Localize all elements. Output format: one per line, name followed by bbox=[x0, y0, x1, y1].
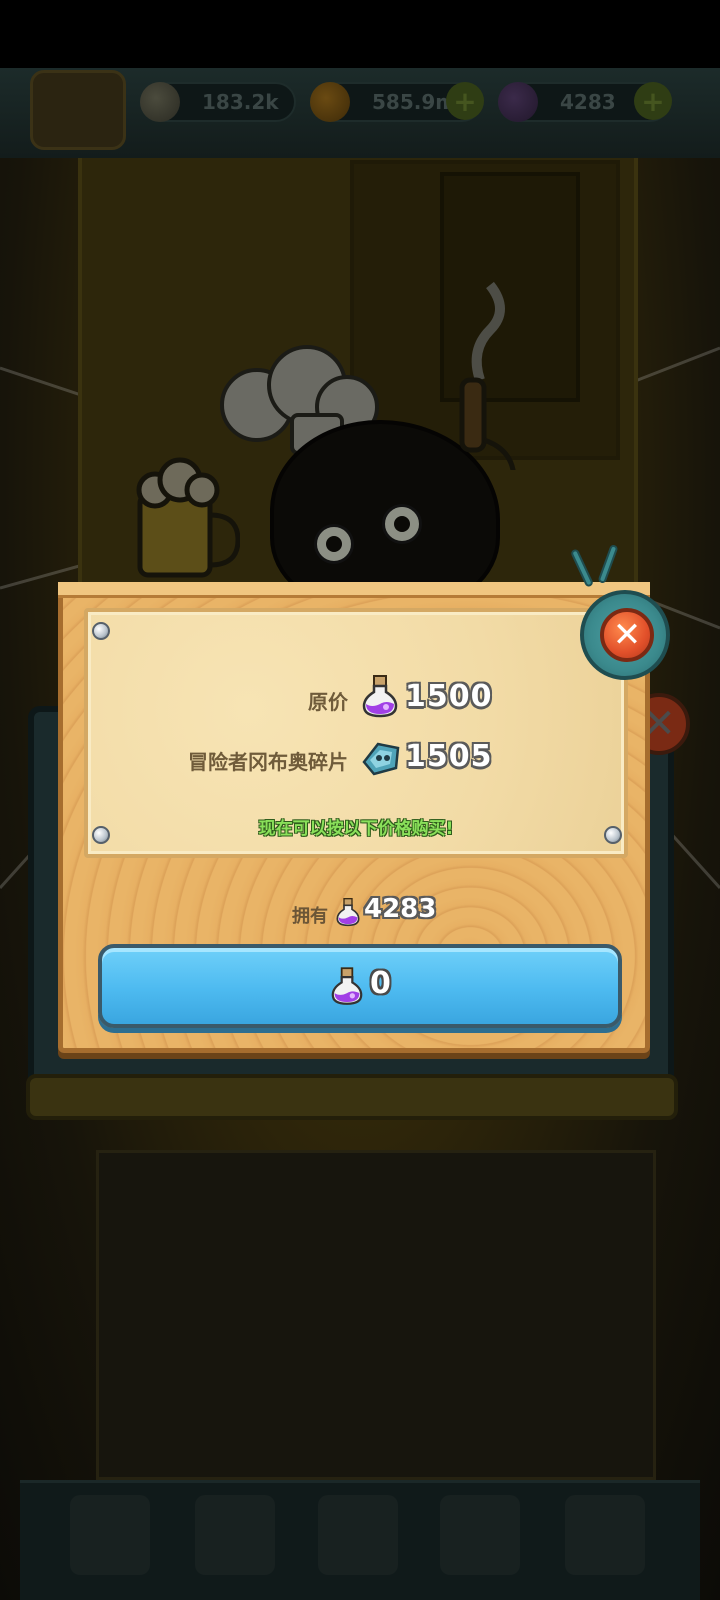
close-button[interactable]: ✕ bbox=[580, 590, 670, 680]
gumball-fragment-icon bbox=[362, 742, 400, 776]
fragment-price-value: 1505 bbox=[405, 739, 493, 774]
beer-mug-icon bbox=[136, 457, 240, 578]
character-eye-icon bbox=[382, 504, 422, 544]
original-price-value: 1500 bbox=[405, 679, 493, 714]
purple-potion-icon bbox=[331, 967, 363, 1005]
cigar-icon bbox=[459, 281, 516, 470]
character-eye-icon bbox=[314, 524, 354, 564]
add-potions-button[interactable]: + bbox=[634, 82, 672, 120]
nav-grid-icon[interactable] bbox=[565, 1495, 645, 1575]
purchase-notice: 现在可以按以下价格购买! bbox=[258, 819, 454, 839]
game-logo-badge[interactable] bbox=[30, 70, 126, 150]
hud-eyes-value: 183.2k bbox=[202, 90, 279, 114]
nav-bag-icon[interactable] bbox=[440, 1495, 520, 1575]
eyeball-icon bbox=[140, 82, 180, 122]
fragment-label: 冒险者冈布奥碎片 bbox=[188, 750, 348, 774]
hud-eyes-counter: 183.2k bbox=[140, 82, 296, 122]
hud-potions-value: 4283 bbox=[560, 90, 616, 114]
owned-label: 拥有 bbox=[292, 906, 328, 927]
close-icon: ✕ bbox=[600, 608, 654, 662]
buy-price-value: 0 bbox=[370, 966, 391, 1001]
dialog-top-edge bbox=[58, 582, 650, 598]
add-coins-button[interactable]: + bbox=[446, 82, 484, 120]
purple-potion-icon bbox=[362, 675, 398, 718]
owned-value: 4283 bbox=[364, 894, 437, 924]
nav-book-icon[interactable] bbox=[318, 1495, 398, 1575]
potion-icon bbox=[498, 82, 538, 122]
hud-coins-value: 585.9m bbox=[372, 90, 457, 114]
coin-icon bbox=[310, 82, 350, 122]
background-panel-trim bbox=[26, 1074, 678, 1120]
purple-potion-icon bbox=[336, 898, 360, 927]
nav-shop-icon[interactable] bbox=[70, 1495, 150, 1575]
original-price-label: 原价 bbox=[308, 690, 348, 714]
rivet-icon bbox=[92, 622, 110, 640]
nav-chest-icon[interactable] bbox=[195, 1495, 275, 1575]
background-lower-room bbox=[96, 1150, 656, 1480]
